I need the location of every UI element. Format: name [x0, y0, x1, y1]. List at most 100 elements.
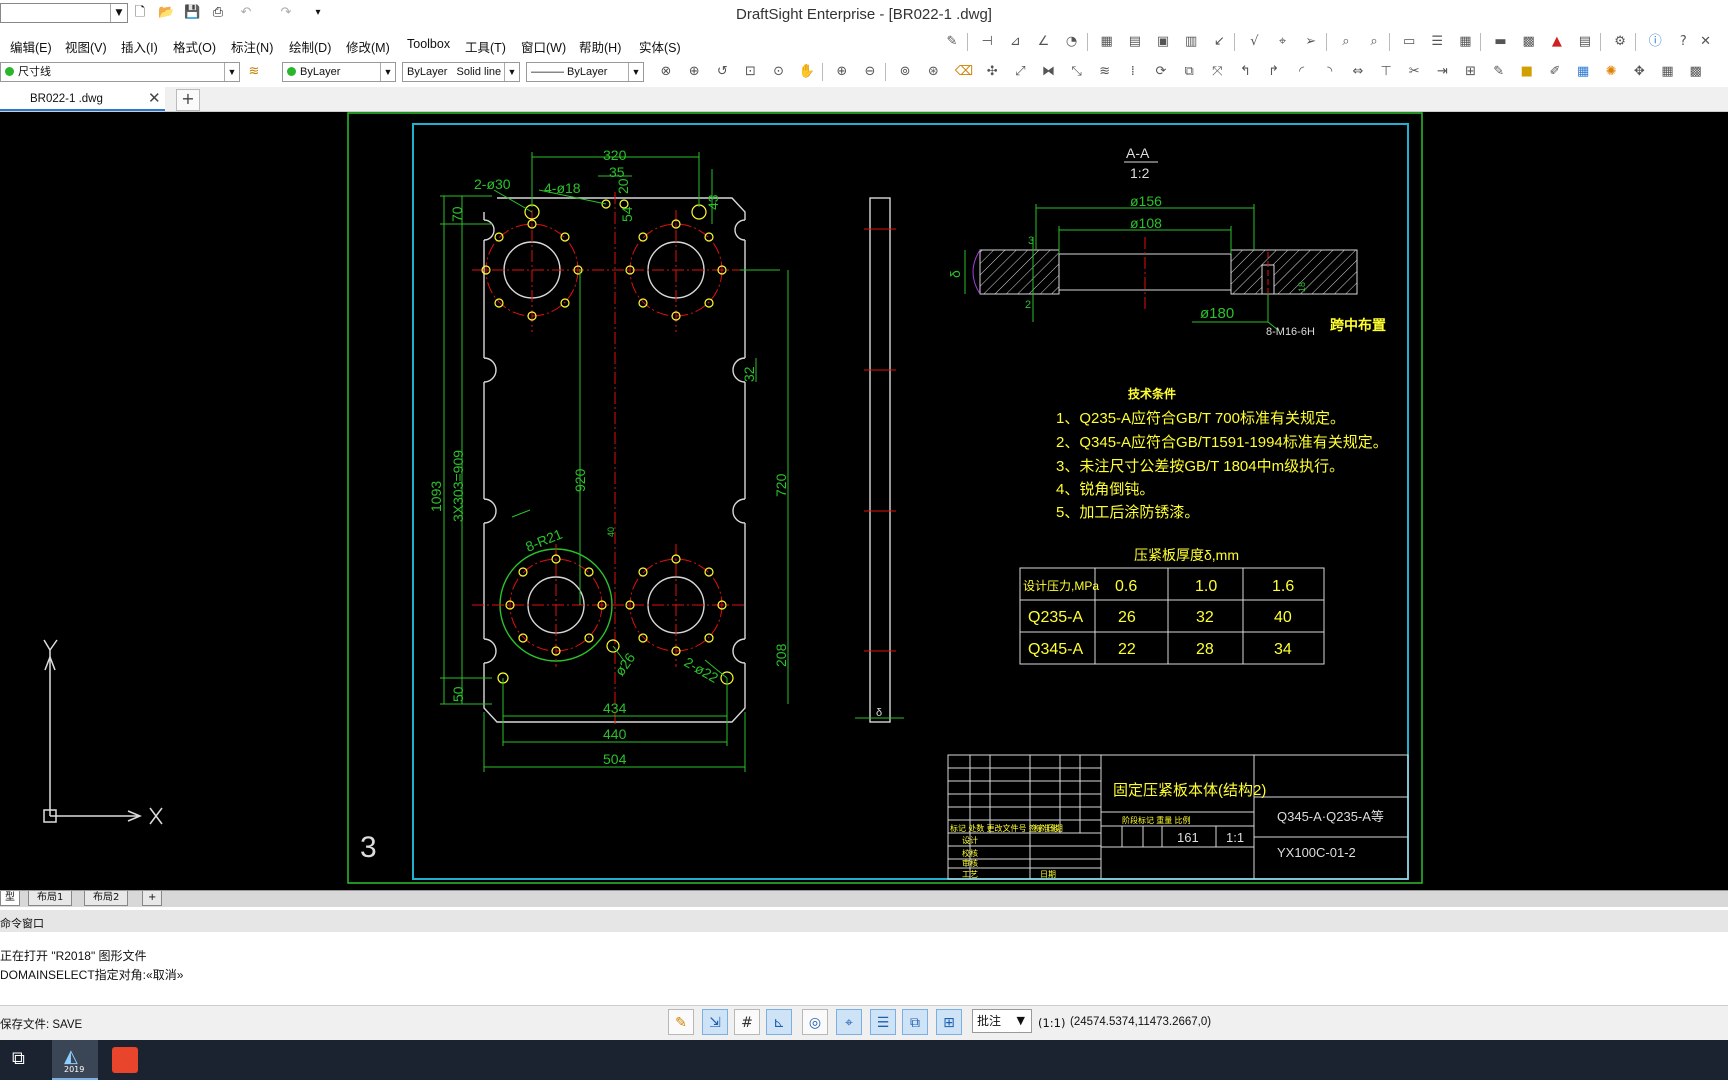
model-space-icon[interactable]: ⊞	[936, 1009, 962, 1035]
layers-icon[interactable]: ☰	[1425, 31, 1449, 53]
menu-modify[interactable]: 修改(M)	[346, 37, 390, 56]
chevron-down-icon[interactable]: ▼	[628, 63, 643, 81]
menu-help[interactable]: 帮助(H)	[579, 37, 621, 56]
explode-icon[interactable]: ✣	[980, 61, 1004, 83]
rotate-icon[interactable]: ⟳	[1149, 61, 1173, 83]
help-icon[interactable]: ?	[1671, 31, 1695, 53]
stretch-icon[interactable]: ⤡	[1065, 61, 1089, 83]
offset-icon[interactable]: ≋	[1093, 61, 1117, 83]
zoom-realtime-icon[interactable]: ⊙	[767, 61, 791, 83]
report-icon[interactable]: ▤	[1573, 31, 1597, 53]
transform-icon[interactable]: ✥	[1627, 61, 1651, 83]
lengthen-icon[interactable]: ⇥	[1430, 61, 1454, 83]
tab-layout2[interactable]: 布局2	[84, 891, 129, 906]
edit-icon[interactable]: ✎	[1487, 61, 1511, 83]
layer-combo[interactable]: 尺寸线 ▼	[0, 62, 240, 82]
linestyle-combo[interactable]: ByLayer Solid line ▼	[402, 62, 520, 82]
extend-icon[interactable]: ↱	[1262, 61, 1286, 83]
arrow-icon[interactable]: ➢	[1299, 31, 1323, 53]
menu-edit[interactable]: 编辑(E)	[10, 37, 52, 56]
chevron-down-icon[interactable]: ▼	[380, 63, 395, 81]
leader-icon[interactable]: ↙	[1207, 31, 1231, 53]
menu-format[interactable]: 格式(O)	[173, 37, 216, 56]
erase-icon[interactable]: ⌫	[952, 61, 976, 83]
sheet-icon[interactable]: ▦	[1453, 31, 1477, 53]
properties-icon[interactable]: ✐	[1543, 61, 1567, 83]
zoom-out-icon[interactable]: ⊖	[858, 61, 882, 83]
dim-linear-icon[interactable]: ⊣	[975, 31, 999, 53]
ortho-icon[interactable]: ⊾	[766, 1009, 792, 1035]
scale-icon[interactable]: ⤢	[1008, 61, 1032, 83]
print-preview-icon[interactable]: ▩	[1517, 31, 1541, 53]
color-combo[interactable]: ByLayer ▼	[282, 62, 396, 82]
break-icon[interactable]: ⊤	[1374, 61, 1398, 83]
taskbar-draftsight[interactable]: ◭ 2019	[52, 1040, 98, 1080]
grid-icon[interactable]: ▦	[1571, 61, 1595, 83]
menu-view[interactable]: 视图(V)	[65, 37, 107, 56]
chamfer-icon[interactable]: ◝	[1318, 61, 1342, 83]
array-icon[interactable]: ⁞	[1121, 61, 1145, 83]
tag-icon[interactable]: ▬	[1489, 31, 1513, 53]
split-icon[interactable]: ✂	[1402, 61, 1426, 83]
join-icon[interactable]: ⇔	[1346, 61, 1370, 83]
polar-icon[interactable]: ◎	[802, 1009, 828, 1035]
lineweight-icon[interactable]: ⧉	[902, 1009, 928, 1035]
zoom-fit-icon[interactable]: ⊕	[682, 61, 706, 83]
zoom-previous-icon[interactable]: ↺	[710, 61, 734, 83]
grid-icon[interactable]: #	[734, 1009, 760, 1035]
zoom-bounds-icon[interactable]: ⊛	[921, 61, 945, 83]
close-toolbar-icon[interactable]: ✕	[1700, 31, 1712, 53]
zoom-window-icon[interactable]: ⊡	[738, 61, 762, 83]
tolerance-icon[interactable]: ⌖	[1271, 31, 1295, 53]
table-icon[interactable]: ▥	[1179, 31, 1203, 53]
info-icon[interactable]: ⓘ	[1643, 31, 1667, 53]
mirror-icon[interactable]: ⧓	[1036, 61, 1060, 83]
snap-settings-icon[interactable]: ✎	[668, 1009, 694, 1035]
sun-icon[interactable]: ✺	[1599, 61, 1623, 83]
task-view-icon[interactable]: ⧉	[12, 1048, 25, 1088]
copy-icon[interactable]: ⧉	[1177, 61, 1201, 83]
fillet-icon[interactable]: ◜	[1290, 61, 1314, 83]
find-icon[interactable]: ⌕	[1334, 31, 1358, 53]
dim-radius-icon[interactable]: ◔	[1060, 31, 1084, 53]
pencil-icon[interactable]: ✎	[940, 31, 964, 53]
menu-entity[interactable]: 实体(S)	[639, 37, 681, 56]
zoom-in-icon[interactable]: ⊕	[830, 61, 854, 83]
settings-icon[interactable]: ⚙	[1608, 31, 1632, 53]
chevron-down-icon[interactable]: ▼	[1017, 1010, 1025, 1032]
chevron-down-icon[interactable]: ▼	[224, 63, 239, 81]
menu-tools[interactable]: 工具(T)	[465, 37, 506, 56]
close-tab-icon[interactable]: ✕	[148, 89, 161, 107]
layer-manager-icon[interactable]: ≋	[246, 64, 262, 80]
check-icon[interactable]: √	[1242, 31, 1266, 53]
warning-icon[interactable]: ▲	[1545, 31, 1569, 53]
annotation-scale-combo[interactable]: 批注 ▼	[972, 1009, 1032, 1033]
menu-dimension[interactable]: 标注(N)	[231, 37, 273, 56]
region-icon[interactable]: ▣	[1151, 31, 1175, 53]
lineweight-combo[interactable]: ——— ByLayer ▼	[526, 62, 644, 82]
new-tab-button[interactable]: +	[176, 89, 200, 111]
snap-icon[interactable]: ⇲	[702, 1009, 728, 1035]
etrack-icon[interactable]: ☰	[870, 1009, 896, 1035]
tab-layout1[interactable]: 布局1	[28, 891, 73, 906]
replace-icon[interactable]: ⌕	[1362, 31, 1386, 53]
dim-angle-icon[interactable]: ∠	[1031, 31, 1055, 53]
tab-model[interactable]: 型	[0, 891, 20, 906]
menu-insert[interactable]: 插入(I)	[121, 37, 158, 56]
menu-draw[interactable]: 绘制(D)	[289, 37, 331, 56]
pan-icon[interactable]: ✋	[795, 61, 819, 83]
taskbar-app-icon[interactable]	[112, 1047, 138, 1073]
zoom-all-icon[interactable]: ⊗	[654, 61, 678, 83]
pattern-icon[interactable]: ▩	[1684, 61, 1708, 83]
command-history[interactable]	[0, 932, 1728, 988]
hatch-icon[interactable]: ▤	[1123, 31, 1147, 53]
group-icon[interactable]: ■	[1515, 61, 1539, 83]
menu-toolbox[interactable]: Toolbox	[407, 37, 450, 51]
zoom-object-icon[interactable]: ⊚	[893, 61, 917, 83]
matrix-icon[interactable]: ▦	[1656, 61, 1680, 83]
esnap-icon[interactable]: ⌖	[836, 1009, 862, 1035]
chevron-down-icon[interactable]: ▼	[504, 63, 519, 81]
trim-icon[interactable]: ↰	[1233, 61, 1257, 83]
add-layout-button[interactable]: +	[142, 891, 163, 906]
move-icon[interactable]: ⤧	[1205, 61, 1229, 83]
